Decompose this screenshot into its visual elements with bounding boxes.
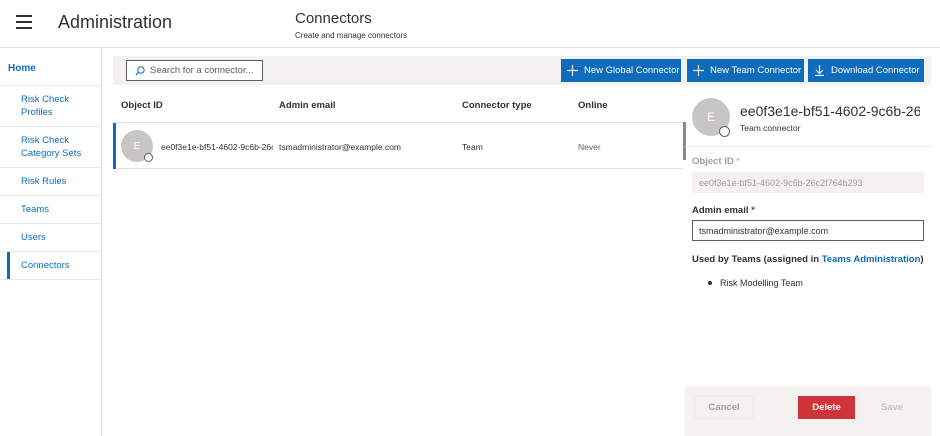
- sidebar-item-label: Risk Check Category Sets: [21, 135, 82, 159]
- column-header-online[interactable]: Online: [578, 100, 608, 111]
- object-id-field: [692, 172, 924, 193]
- detail-subtitle: Team connector: [740, 123, 801, 133]
- column-header-connector-type[interactable]: Connector type: [462, 100, 532, 111]
- sidebar-item-users[interactable]: Users: [0, 224, 101, 252]
- hamburger-menu-icon[interactable]: [16, 15, 32, 29]
- page-title: Connectors: [295, 10, 372, 27]
- command-bar: New Global Connector New Team Connector …: [113, 56, 931, 85]
- sidebar-item-label: Teams: [21, 204, 49, 215]
- teams-administration-link[interactable]: Teams Administration: [822, 254, 921, 265]
- column-header-admin-email[interactable]: Admin email: [279, 100, 336, 111]
- cell-admin-email: tsmadministrator@example.com: [279, 142, 401, 152]
- sidebar-item-label: Risk Check Profiles: [21, 94, 70, 118]
- selection-indicator: [113, 123, 116, 169]
- new-team-connector-button[interactable]: New Team Connector: [687, 59, 804, 82]
- sidebar-item-label: Connectors: [21, 260, 70, 271]
- detail-footer: Cancel Delete Save: [685, 386, 931, 436]
- new-team-connector-label: New Team Connector: [710, 65, 802, 76]
- plus-icon: [693, 65, 704, 76]
- connectors-table-header: Object ID Admin email Connector type Onl…: [113, 92, 683, 120]
- cancel-button[interactable]: Cancel: [694, 396, 754, 419]
- object-id-label-text: Object ID: [692, 156, 734, 167]
- list-item: Risk Modelling Team: [708, 278, 803, 288]
- team-name: Risk Modelling Team: [720, 278, 803, 288]
- presence-status-icon: [144, 153, 153, 162]
- sidebar-item-connectors[interactable]: Connectors: [0, 252, 101, 280]
- used-by-teams-label: Used by Teams (assigned in Teams Adminis…: [692, 254, 924, 265]
- required-marker: *: [736, 156, 741, 167]
- download-connector-label: Download Connector: [831, 65, 920, 76]
- admin-email-label: Admin email *: [692, 205, 755, 216]
- admin-email-label-text: Admin email: [692, 205, 749, 216]
- download-icon: [815, 65, 824, 76]
- sidebar-item-teams[interactable]: Teams: [0, 196, 101, 224]
- save-button[interactable]: Save: [868, 396, 916, 419]
- sidebar-item-label: Risk Rules: [21, 176, 67, 187]
- cell-connector-type: Team: [462, 142, 483, 152]
- page-subtitle: Create and manage connectors: [295, 31, 408, 40]
- presence-status-icon: [719, 126, 730, 137]
- table-row[interactable]: E ee0f3e1e-bf51-4602-9c6b-26c2f764b293 t…: [113, 122, 683, 169]
- sidebar-item-home[interactable]: Home: [0, 48, 101, 86]
- sidebar-item-label: Users: [21, 232, 46, 243]
- plus-icon: [567, 65, 578, 76]
- detail-title: ee0f3e1e-bf51-4602-9c6b-26c2f764b293: [740, 103, 920, 119]
- object-id-label: Object ID *: [692, 156, 740, 167]
- panel-resize-handle[interactable]: [683, 122, 686, 160]
- divider: [685, 146, 931, 147]
- used-by-suffix: ): [920, 254, 924, 265]
- app-header: Administration Connectors Create and man…: [0, 0, 940, 48]
- new-global-connector-label: New Global Connector: [584, 65, 680, 76]
- search-input[interactable]: [150, 65, 258, 76]
- new-global-connector-button[interactable]: New Global Connector: [561, 59, 681, 82]
- app-title: Administration: [58, 12, 173, 32]
- delete-button[interactable]: Delete: [798, 396, 855, 419]
- sidebar-item-risk-check-profiles[interactable]: Risk Check Profiles: [0, 86, 101, 127]
- cell-object-id: ee0f3e1e-bf51-4602-9c6b-26c2f764b293: [161, 142, 273, 152]
- bullet-icon: [708, 281, 712, 285]
- admin-email-field[interactable]: [692, 220, 924, 241]
- download-connector-button[interactable]: Download Connector: [808, 59, 924, 82]
- sidebar-item-risk-check-category-sets[interactable]: Risk Check Category Sets: [0, 127, 101, 168]
- search-icon: [135, 65, 145, 76]
- sidebar-item-risk-rules[interactable]: Risk Rules: [0, 168, 101, 196]
- search-box[interactable]: [126, 60, 263, 81]
- sidebar: Home Risk Check Profiles Risk Check Cate…: [0, 48, 102, 436]
- used-by-prefix: Used by Teams (assigned in: [692, 254, 822, 265]
- column-header-object-id[interactable]: Object ID: [121, 100, 163, 111]
- cell-online: Never: [578, 142, 601, 152]
- required-marker: *: [751, 205, 755, 216]
